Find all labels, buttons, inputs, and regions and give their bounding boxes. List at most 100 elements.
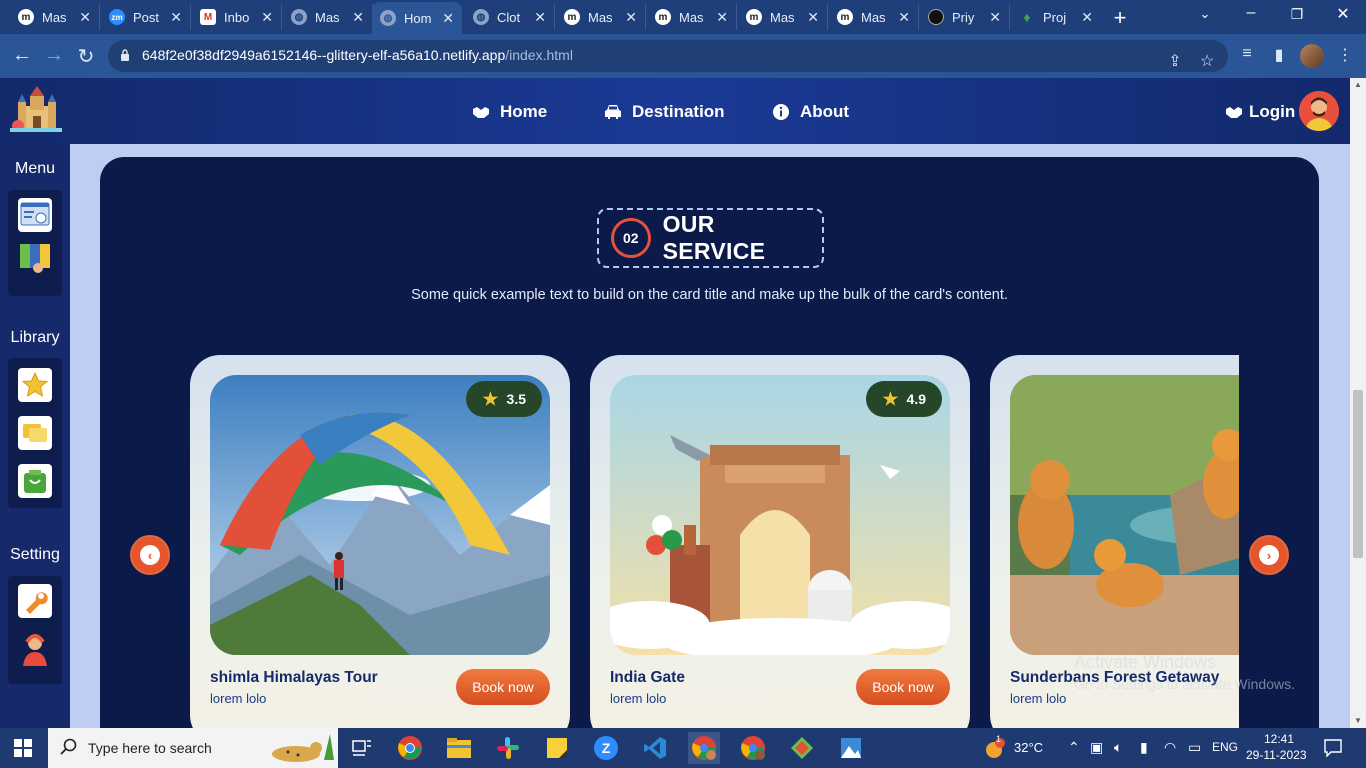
language-indicator[interactable]: ENG: [1212, 740, 1238, 754]
zoom-icon: zm: [109, 9, 125, 25]
browser-tab[interactable]: Priy ✕: [920, 4, 1010, 30]
browser-profile-avatar[interactable]: [1300, 44, 1324, 68]
task-view-icon[interactable]: [346, 732, 378, 764]
chrome-profile-icon[interactable]: [737, 732, 769, 764]
star-icon[interactable]: [18, 368, 52, 402]
lock-icon: [121, 49, 129, 61]
sticky-notes-icon[interactable]: [541, 732, 573, 764]
globe-icon: ◍: [291, 9, 307, 25]
chat-icon[interactable]: [18, 416, 52, 450]
search-icon: [60, 738, 77, 755]
close-icon[interactable]: ✕: [352, 9, 364, 26]
browser-tab[interactable]: ◍ Mas ✕: [283, 4, 373, 30]
close-icon[interactable]: ✕: [989, 9, 1001, 26]
browser-tab[interactable]: ♦ Proj ✕: [1011, 4, 1101, 30]
map-icon[interactable]: [18, 242, 52, 276]
tab-title: Inbo: [224, 9, 250, 25]
close-icon[interactable]: ✕: [625, 9, 637, 26]
browser-tab[interactable]: m Mas ✕: [647, 4, 737, 30]
reload-icon[interactable]: ↻: [74, 44, 98, 69]
close-icon[interactable]: ✕: [807, 9, 819, 26]
close-icon[interactable]: ✕: [261, 9, 273, 26]
sidebar-menu-heading: Menu: [14, 160, 56, 177]
tab-search-icon[interactable]: ⌄: [1190, 6, 1220, 22]
zoom-app-icon[interactable]: Z: [590, 732, 622, 764]
photos-icon[interactable]: [835, 732, 867, 764]
clock-time[interactable]: 12:41: [1264, 732, 1294, 746]
scroll-up-icon[interactable]: ▲: [1353, 80, 1363, 89]
tab-title: Mas: [861, 9, 886, 25]
close-icon[interactable]: ✕: [170, 9, 182, 26]
shopping-bag-icon[interactable]: [18, 464, 52, 498]
back-arrow-icon[interactable]: ←: [10, 44, 34, 67]
browser-tab[interactable]: m Mas ✕: [556, 4, 646, 30]
rating-badge: ★ 4.9: [866, 381, 942, 417]
close-icon[interactable]: ✕: [716, 9, 728, 26]
media-control-icon[interactable]: ≡: [1236, 45, 1258, 63]
nav-home-label: Home: [500, 102, 548, 121]
chevron-up-icon[interactable]: ⌃: [1068, 739, 1080, 756]
nav-login[interactable]: Login: [1225, 102, 1295, 122]
battery-icon[interactable]: ▭: [1188, 739, 1201, 756]
url-text: 648f2e0f38df2949a6152146--glittery-elf-a…: [142, 47, 573, 63]
browser-address-bar: ← → ↻ 648f2e0f38df2949a6152146--glittery…: [0, 34, 1366, 78]
file-explorer-icon[interactable]: [443, 732, 475, 764]
speaker-icon[interactable]: 🔈︎: [1114, 739, 1122, 756]
restore-button[interactable]: ❐: [1282, 6, 1312, 23]
scroll-thumb[interactable]: [1353, 390, 1363, 558]
close-icon[interactable]: ✕: [442, 10, 454, 27]
browser-tab-bar: m Mas ✕ zm Post ✕ M Inbo ✕ ◍ Mas ✕ ◍ Hom…: [0, 0, 1366, 34]
tiger-forest-image: [1010, 375, 1239, 655]
forward-arrow-icon[interactable]: →: [42, 44, 66, 67]
vscode-icon[interactable]: [639, 732, 671, 764]
carousel-prev-button[interactable]: ‹: [130, 535, 170, 575]
git-app-icon[interactable]: [786, 732, 818, 764]
nav-about[interactable]: About: [772, 102, 849, 122]
close-window-button[interactable]: ✕: [1328, 4, 1358, 24]
browser-tab[interactable]: m Mas ✕: [738, 4, 828, 30]
close-icon[interactable]: ✕: [1081, 9, 1093, 26]
scroll-down-icon[interactable]: ▼: [1353, 716, 1363, 725]
carousel-next-button[interactable]: ›: [1249, 535, 1289, 575]
microphone-icon[interactable]: ▮: [1140, 739, 1148, 756]
notification-center-icon[interactable]: [1324, 739, 1342, 757]
wifi-icon[interactable]: ◠: [1164, 739, 1176, 756]
browser-tab[interactable]: ◍ Clot ✕: [465, 4, 555, 30]
browser-tab[interactable]: m Mas ✕: [829, 4, 919, 30]
share-icon[interactable]: ⇪: [1164, 51, 1186, 71]
url-input[interactable]: 648f2e0f38df2949a6152146--glittery-elf-a…: [108, 40, 1228, 72]
castle-logo-icon[interactable]: [10, 86, 62, 134]
clock-date[interactable]: 29-11-2023: [1246, 748, 1307, 762]
book-now-button[interactable]: Book now: [456, 669, 550, 705]
close-icon[interactable]: ✕: [79, 9, 91, 26]
slack-icon[interactable]: [492, 732, 524, 764]
user-avatar[interactable]: [1299, 91, 1339, 131]
browser-tab[interactable]: zm Post ✕: [101, 4, 191, 30]
browser-tab[interactable]: M Inbo ✕: [192, 4, 282, 30]
nav-destination[interactable]: Destination: [604, 102, 725, 122]
wrench-icon[interactable]: [18, 584, 52, 618]
close-icon[interactable]: ✕: [534, 9, 546, 26]
book-now-button[interactable]: Book now: [856, 669, 950, 705]
bookmark-star-icon[interactable]: ☆: [1196, 51, 1218, 71]
tab-title: Mas: [770, 9, 795, 25]
support-agent-icon[interactable]: [18, 632, 52, 666]
close-icon[interactable]: ✕: [898, 9, 910, 26]
device-icon[interactable]: ▣: [1090, 739, 1103, 756]
chrome-profile-icon[interactable]: [688, 732, 720, 764]
tab-title: Mas: [679, 9, 704, 25]
nav-home[interactable]: Home: [472, 102, 547, 122]
new-tab-button[interactable]: +: [1108, 5, 1132, 31]
page-scrollbar[interactable]: ▲ ▼: [1350, 78, 1366, 728]
tab-title: Post: [133, 9, 160, 25]
browser-tab[interactable]: m Mas ✕: [10, 4, 100, 30]
taskbar-search-input[interactable]: Type here to search: [48, 728, 338, 768]
more-options-icon[interactable]: ⋮: [1334, 45, 1356, 65]
chrome-icon[interactable]: [394, 732, 426, 764]
minimize-button[interactable]: –: [1236, 4, 1266, 22]
windows-start-icon[interactable]: [14, 739, 32, 757]
dashboard-icon[interactable]: [18, 198, 52, 232]
browser-tab-active[interactable]: ◍ Hom ✕: [372, 2, 462, 34]
our-service-section: 02 OUR SERVICE Some quick example text t…: [100, 157, 1319, 728]
side-panel-icon[interactable]: ▮: [1268, 45, 1290, 65]
